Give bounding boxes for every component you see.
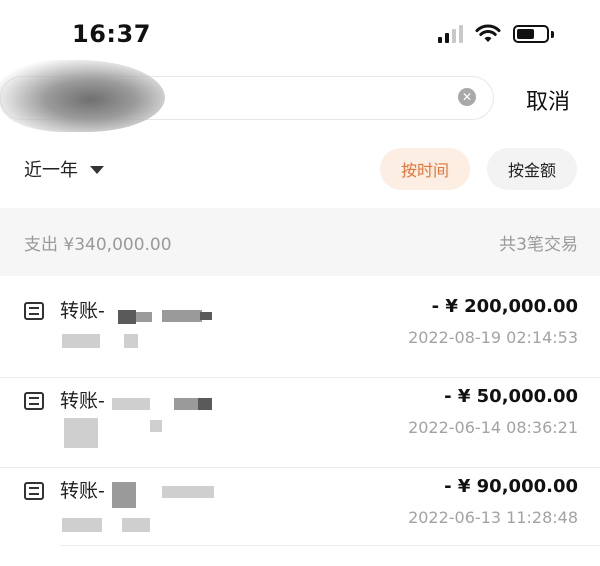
transaction-title: 转账- [60, 300, 105, 322]
clear-circle-icon[interactable]: ✕ [458, 88, 476, 106]
transfer-icon [24, 302, 44, 320]
transaction-time: 2022-06-14 08:36:21 [408, 418, 578, 437]
cellular-signal-icon [438, 25, 463, 43]
sort-by-time-button[interactable]: 按时间 [380, 148, 470, 190]
cancel-button[interactable]: 取消 [526, 84, 570, 116]
redacted-block [112, 398, 150, 410]
transaction-row[interactable]: 转账- - ¥ 200,000.00 2022-08-19 02:14:53 [0, 288, 600, 378]
divider [60, 545, 600, 546]
transaction-amount: - ¥ 90,000.00 [444, 476, 578, 497]
redacted-block [162, 310, 202, 322]
redacted-block [136, 312, 152, 322]
redacted-block [198, 398, 212, 410]
redacted-block [124, 334, 138, 348]
redacted-block [62, 334, 100, 348]
transaction-title: 转账- [60, 390, 105, 412]
summary-bar: 支出 ¥340,000.00 共3笔交易 [0, 208, 600, 276]
redacted-block [112, 482, 136, 508]
expense-total: 支出 ¥340,000.00 [24, 235, 172, 255]
date-range-dropdown[interactable]: 近一年 [24, 156, 104, 182]
transaction-row[interactable]: 转账- - ¥ 50,000.00 2022-06-14 08:36:21 [0, 378, 600, 468]
date-range-label: 近一年 [24, 160, 78, 181]
caret-down-icon [90, 166, 104, 174]
search-row [0, 60, 600, 132]
redacted-block [174, 398, 198, 410]
wifi-icon [475, 24, 501, 42]
status-icons [438, 24, 554, 44]
transaction-title: 转账- [60, 480, 105, 502]
redacted-smudge [0, 60, 165, 132]
redacted-block [162, 486, 214, 498]
redacted-block [62, 518, 102, 532]
filter-row: 近一年 按时间 按金额 [0, 140, 600, 198]
sort-by-amount-button[interactable]: 按金额 [487, 148, 577, 190]
transaction-amount: - ¥ 50,000.00 [444, 386, 578, 407]
transaction-amount: - ¥ 200,000.00 [431, 296, 578, 317]
transfer-icon [24, 482, 44, 500]
redacted-block [64, 418, 98, 448]
status-time: 16:37 [72, 20, 151, 48]
transfer-icon [24, 392, 44, 410]
redacted-block [122, 518, 150, 532]
transaction-time: 2022-06-13 11:28:48 [408, 508, 578, 527]
battery-icon [513, 25, 554, 43]
redacted-block [118, 310, 136, 324]
redacted-block [150, 420, 162, 432]
transaction-time: 2022-08-19 02:14:53 [408, 328, 578, 347]
redacted-block [200, 312, 212, 320]
transaction-count: 共3笔交易 [499, 235, 578, 255]
